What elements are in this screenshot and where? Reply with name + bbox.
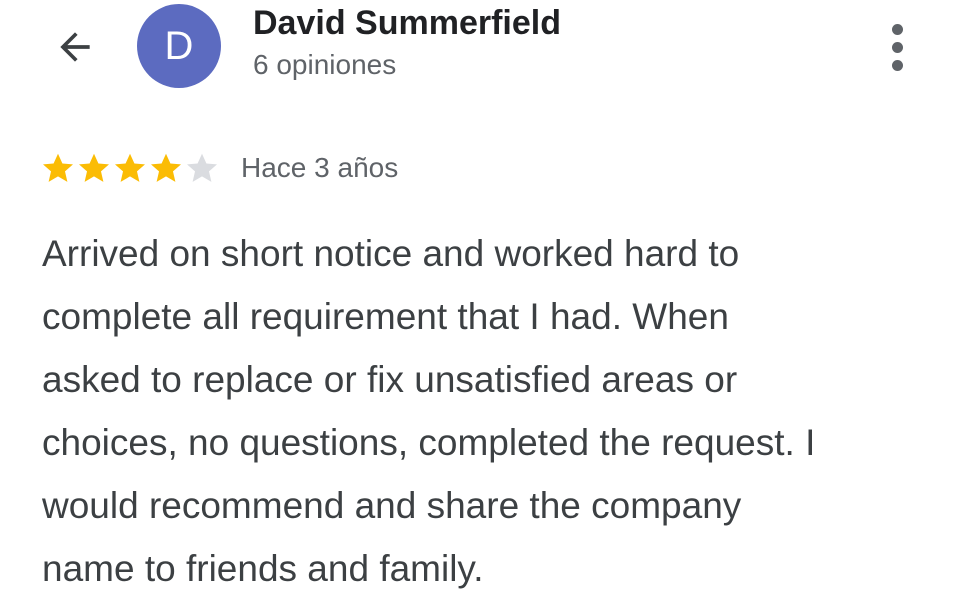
review-text: Arrived on short notice and worked hard … xyxy=(42,222,942,600)
review-text-line: Arrived on short notice and worked hard … xyxy=(42,233,740,274)
more-vert-icon-dot xyxy=(891,59,903,71)
more-options-button[interactable] xyxy=(872,20,922,74)
review-header: D David Summerfield 6 opiniones xyxy=(0,0,968,110)
back-button[interactable] xyxy=(50,22,100,72)
review-date: Hace 3 años xyxy=(241,152,399,183)
arrow-left-icon xyxy=(60,32,90,62)
review-count: 6 opiniones xyxy=(253,49,397,80)
star-filled-icon xyxy=(151,153,181,182)
review-text-line: name to friends and family. xyxy=(42,548,484,589)
avatar-letter: D xyxy=(164,24,194,68)
star-filled-icon xyxy=(115,153,145,182)
review-text-line: complete all requirement that I had. Whe… xyxy=(42,296,729,337)
star-filled-icon xyxy=(79,153,109,182)
review-text-line: asked to replace or fix unsatisfied area… xyxy=(42,359,738,400)
avatar[interactable]: D xyxy=(137,4,221,88)
review-text-line: choices, no questions, completed the req… xyxy=(42,422,816,463)
more-vert-icon-dot xyxy=(891,23,903,35)
star-filled-icon xyxy=(43,153,73,182)
star-rating xyxy=(40,150,220,186)
more-vert-icon-dot xyxy=(891,41,903,53)
reviewer-name[interactable]: David Summerfield xyxy=(253,4,561,43)
review-text-line: would recommend and share the company xyxy=(42,485,742,526)
rating-row: Hace 3 años xyxy=(40,148,398,188)
star-empty-icon xyxy=(187,153,217,182)
